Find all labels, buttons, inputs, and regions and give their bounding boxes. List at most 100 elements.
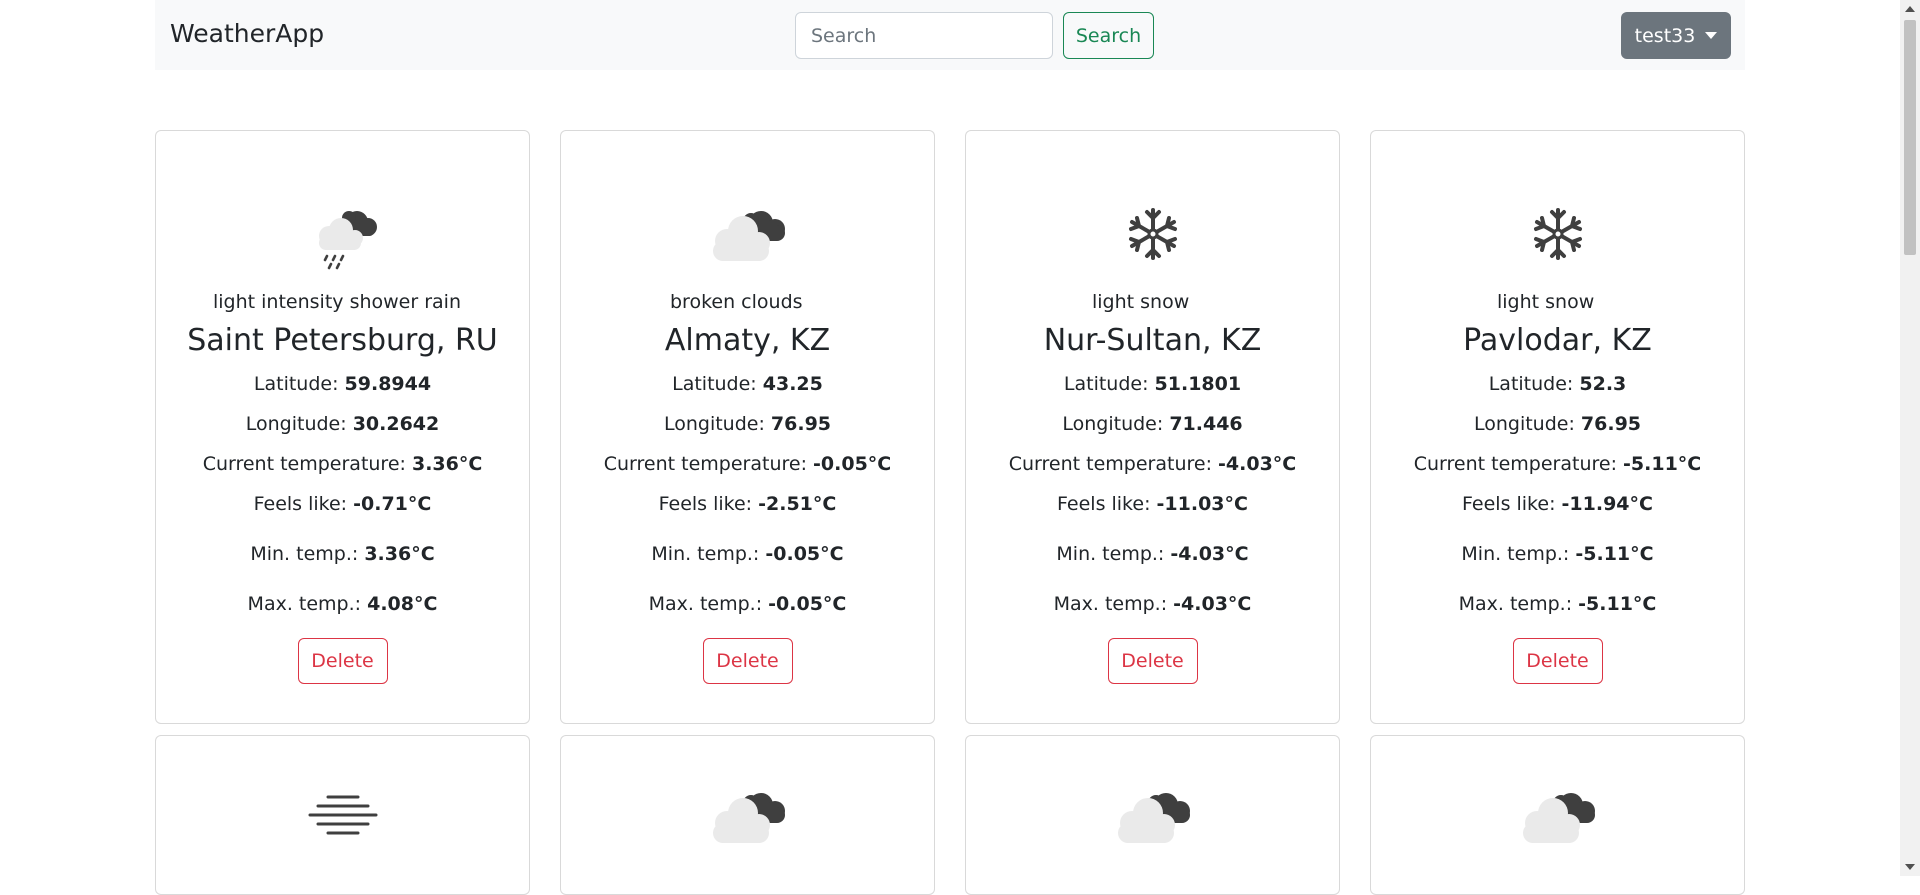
min-temp-label: Min. temp.:	[651, 543, 760, 565]
current-temp-label: Current temperature:	[603, 453, 807, 475]
min-temp-value: 3.36°C	[364, 543, 435, 565]
feels-like-value: -0.71°C	[353, 493, 432, 515]
weather-card	[965, 735, 1340, 895]
weather-card	[155, 735, 530, 895]
latitude-row: Latitude: 52.3	[1371, 373, 1744, 395]
longitude-row: Longitude: 76.95	[561, 413, 934, 435]
current-temp-row: Current temperature: -0.05°C	[561, 453, 934, 475]
scroll-up-arrow-icon[interactable]	[1905, 6, 1915, 12]
longitude-value: 30.2642	[352, 413, 440, 435]
max-temp-label: Max. temp.:	[648, 593, 763, 615]
max-temp-label: Max. temp.:	[1053, 593, 1168, 615]
current-temp-value: -0.05°C	[813, 453, 892, 475]
min-temp-label: Min. temp.:	[250, 543, 359, 565]
latitude-value: 43.25	[762, 373, 823, 395]
latitude-label: Latitude:	[253, 373, 339, 395]
current-temp-label: Current temperature:	[1008, 453, 1212, 475]
feels-like-value: -11.94°C	[1561, 493, 1653, 515]
delete-button[interactable]: Delete	[1512, 638, 1603, 684]
feels-like-label: Feels like:	[253, 493, 348, 515]
current-temp-label: Current temperature:	[202, 453, 406, 475]
current-temp-value: -4.03°C	[1218, 453, 1297, 475]
broken-clouds-icon	[561, 189, 934, 279]
weather-card: light snow Nur-Sultan, KZ Latitude: 51.1…	[965, 130, 1340, 724]
min-temp-row: Min. temp.: 3.36°C	[156, 543, 529, 565]
broken-clouds-icon	[966, 781, 1339, 851]
broken-clouds-icon	[1371, 781, 1744, 851]
current-temp-row: Current temperature: 3.36°C	[156, 453, 529, 475]
min-temp-value: -0.05°C	[765, 543, 844, 565]
search-input[interactable]	[795, 12, 1053, 59]
weather-description: light snow	[1092, 291, 1190, 313]
max-temp-row: Max. temp.: 4.08°C	[156, 593, 529, 615]
delete-button[interactable]: Delete	[702, 638, 793, 684]
latitude-row: Latitude: 59.8944	[156, 373, 529, 395]
user-menu-button[interactable]: test33	[1621, 12, 1731, 59]
longitude-value: 76.95	[770, 413, 832, 435]
weather-card: broken clouds Almaty, KZ Latitude: 43.25…	[560, 130, 935, 724]
feels-like-label: Feels like:	[658, 493, 753, 515]
latitude-label: Latitude:	[1488, 373, 1574, 395]
app-brand[interactable]: WeatherApp	[170, 19, 324, 48]
longitude-label: Longitude:	[1473, 413, 1575, 435]
caret-down-icon	[1705, 32, 1718, 39]
max-temp-row: Max. temp.: -0.05°C	[561, 593, 934, 615]
weather-card	[560, 735, 935, 895]
max-temp-label: Max. temp.:	[247, 593, 362, 615]
longitude-row: Longitude: 30.2642	[156, 413, 529, 435]
latitude-label: Latitude:	[1063, 373, 1149, 395]
max-temp-value: -5.11°C	[1578, 593, 1657, 615]
weather-card: light snow Pavlodar, KZ Latitude: 52.3 L…	[1370, 130, 1745, 724]
min-temp-value: -4.03°C	[1170, 543, 1249, 565]
mist-icon	[156, 786, 529, 846]
broken-clouds-icon	[561, 781, 934, 851]
shower-rain-icon	[156, 189, 529, 279]
feels-like-label: Feels like:	[1057, 493, 1151, 515]
vertical-scrollbar[interactable]	[1900, 0, 1920, 876]
max-temp-label: Max. temp.:	[1458, 593, 1573, 615]
max-temp-row: Max. temp.: -4.03°C	[966, 593, 1339, 615]
feels-like-row: Feels like: -11.03°C	[966, 493, 1339, 515]
current-temp-row: Current temperature: -4.03°C	[966, 453, 1339, 475]
search-button[interactable]: Search	[1063, 12, 1154, 59]
current-temp-row: Current temperature: -5.11°C	[1371, 453, 1744, 475]
longitude-label: Longitude:	[1062, 413, 1164, 435]
feels-like-row: Feels like: -2.51°C	[561, 493, 934, 515]
weather-description: light snow	[1497, 291, 1595, 313]
feels-like-label: Feels like:	[1462, 493, 1556, 515]
min-temp-row: Min. temp.: -5.11°C	[1371, 543, 1744, 565]
min-temp-row: Min. temp.: -0.05°C	[561, 543, 934, 565]
latitude-value: 52.3	[1579, 373, 1627, 395]
navbar: WeatherApp Search test33	[155, 0, 1745, 70]
city-name: Nur-Sultan, KZ	[1043, 323, 1262, 358]
snow-icon	[966, 189, 1339, 279]
latitude-row: Latitude: 43.25	[561, 373, 934, 395]
weather-description: broken clouds	[670, 291, 803, 313]
longitude-row: Longitude: 76.95	[1371, 413, 1744, 435]
scroll-down-arrow-icon[interactable]	[1905, 864, 1915, 870]
longitude-row: Longitude: 71.446	[966, 413, 1339, 435]
feels-like-value: -11.03°C	[1156, 493, 1248, 515]
latitude-value: 51.1801	[1154, 373, 1242, 395]
min-temp-label: Min. temp.:	[1461, 543, 1570, 565]
city-name: Pavlodar, KZ	[1463, 323, 1652, 358]
scrollbar-thumb[interactable]	[1904, 20, 1916, 255]
current-temp-value: -5.11°C	[1623, 453, 1702, 475]
weather-card	[1370, 735, 1745, 895]
max-temp-row: Max. temp.: -5.11°C	[1371, 593, 1744, 615]
snow-icon	[1371, 189, 1744, 279]
weather-card: light intensity shower rain Saint Peters…	[155, 130, 530, 724]
city-name: Saint Petersburg, RU	[187, 323, 498, 358]
delete-button[interactable]: Delete	[1107, 638, 1198, 684]
weather-description: light intensity shower rain	[213, 291, 461, 313]
latitude-value: 59.8944	[344, 373, 432, 395]
longitude-label: Longitude:	[245, 413, 347, 435]
longitude-value: 71.446	[1169, 413, 1243, 435]
min-temp-row: Min. temp.: -4.03°C	[966, 543, 1339, 565]
longitude-label: Longitude:	[663, 413, 765, 435]
max-temp-value: -4.03°C	[1173, 593, 1252, 615]
city-name: Almaty, KZ	[664, 323, 831, 358]
delete-button[interactable]: Delete	[297, 638, 388, 684]
longitude-value: 76.95	[1580, 413, 1642, 435]
current-temp-value: 3.36°C	[411, 453, 483, 475]
